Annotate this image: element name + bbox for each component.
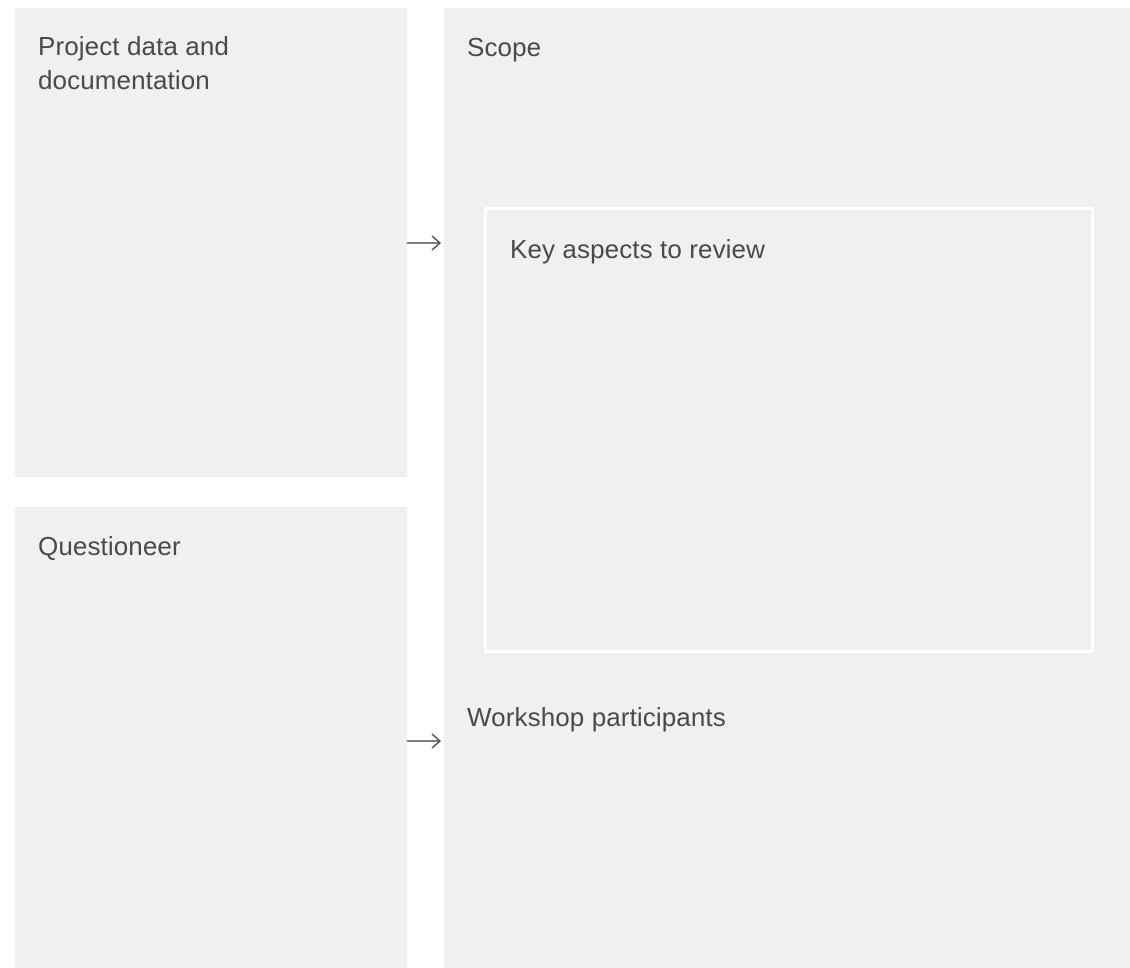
arrow-right-icon [407,733,442,749]
canvas: { "panels": { "project_data": { "title":… [0,0,1130,968]
project-data-panel: Project data and documentation [15,8,407,477]
key-aspects-box: Key aspects to review [484,207,1094,653]
questioneer-title: Questioneer [38,531,181,561]
project-data-title: Project data and documentation [38,31,229,95]
scope-panel: Scope Key aspects to review Workshop par… [444,8,1130,968]
scope-title: Scope [467,32,542,62]
questioneer-panel: Questioneer [15,507,407,968]
workshop-participants-title: Workshop participants [467,702,726,732]
key-aspects-title: Key aspects to review [510,234,765,264]
arrow-right-icon [407,235,442,251]
